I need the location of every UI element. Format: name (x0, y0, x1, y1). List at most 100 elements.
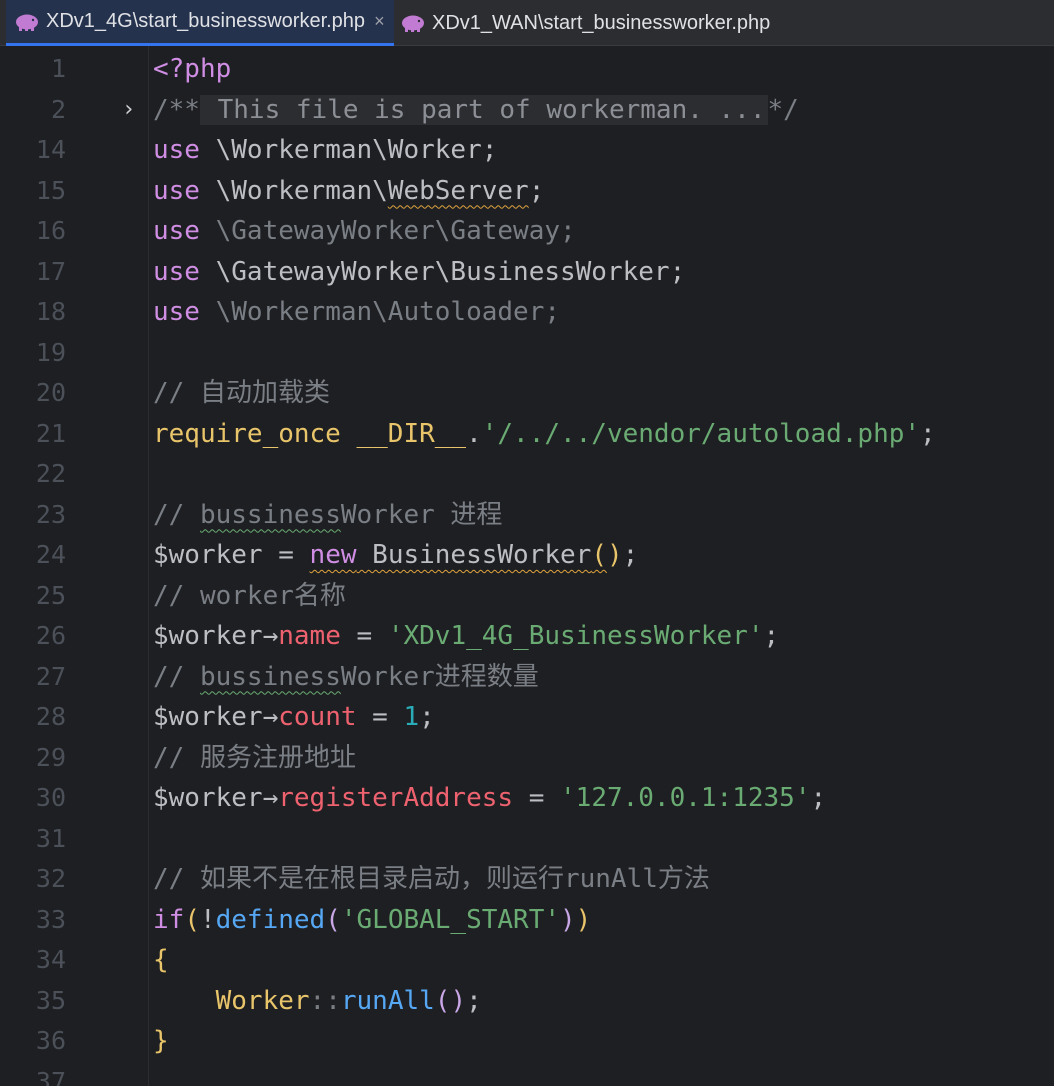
code-line[interactable]: 14 use \Workerman\Worker; (0, 130, 1054, 171)
line-number: 14 (35, 135, 66, 164)
code-token: bussiness (199, 661, 341, 692)
code-line[interactable]: 34 { (0, 940, 1054, 981)
tab-xdv1-wan[interactable]: XDv1_WAN\start_businessworker.php (398, 0, 798, 46)
line-number: 22 (35, 459, 66, 488)
code-token: ; (810, 783, 827, 813)
line-number: 17 (35, 256, 66, 286)
code-token: // (153, 661, 200, 692)
code-token: runAll (340, 985, 435, 1016)
tab-label: XDv1_WAN\start_businessworker.php (432, 11, 771, 34)
code-line[interactable]: 2 › /** This file is part of workerman. ..… (0, 90, 1054, 131)
code-token: \Workerman\Worker; (199, 135, 498, 165)
code-token: 'GLOBAL_START' (340, 904, 561, 935)
code-line[interactable]: 21 require_once __DIR__.'/../../vendor/au… (0, 414, 1054, 455)
code-line[interactable]: 16 use \GatewayWorker\Gateway; (0, 211, 1054, 252)
code-line[interactable]: 23 // bussinessWorker 进程 (0, 495, 1054, 536)
code-line[interactable]: 30 $worker→registerAddress = '127.0.0.1:1… (0, 778, 1054, 819)
code-line[interactable]: 27 // bussinessWorker进程数量 (0, 657, 1054, 698)
tab-xdv1-4g[interactable]: XDv1_4G\start_businessworker.php × (6, 0, 394, 46)
code-line[interactable]: 28 $worker→count = 1; (0, 697, 1054, 738)
code-token: ( (325, 904, 341, 935)
code-text: { (153, 940, 169, 981)
line-number: 19 (35, 337, 66, 367)
code-text: // 如果不是在根目录启动，则运行runAll方法 (153, 859, 710, 900)
code-token: BusinessWorker (356, 540, 592, 570)
code-line[interactable]: 36} (0, 1021, 1054, 1062)
code-token: → (262, 621, 279, 651)
code-token: WebServer (387, 175, 529, 206)
line-number: 32 (35, 864, 66, 893)
line-number: 37 (35, 1066, 66, 1086)
code-text: require_once __DIR__.'/../../vendor/auto… (153, 414, 936, 455)
code-line[interactable]: 26 $worker→name = 'XDv1_4G_BusinessWorker… (0, 616, 1054, 657)
code-token: $worker (153, 783, 263, 813)
code-token: \Workerman\Autoloader; (199, 297, 560, 327)
line-number: 28 (35, 702, 66, 731)
php-file-icon (400, 13, 426, 33)
line-number: 16 (35, 216, 66, 245)
code-token: ) (575, 904, 592, 935)
code-token: \GatewayWorker\BusinessWorker; (199, 256, 686, 287)
code-text: use \GatewayWorker\BusinessWorker; (153, 252, 685, 293)
line-number: 31 (35, 823, 66, 853)
close-icon[interactable]: × (374, 11, 385, 32)
line-number: 36 (35, 1026, 66, 1055)
code-line[interactable]: 1 <?php (0, 49, 1054, 90)
line-number: 25 (35, 580, 66, 610)
code-token: // 如果不是在根目录启动，则运行runAll方法 (153, 864, 710, 894)
code-token: ! (199, 904, 216, 935)
line-number: 1 (50, 54, 66, 83)
code-token: use (153, 297, 200, 327)
code-text: $worker→count = 1; (153, 697, 435, 738)
code-line[interactable]: 15 use \Workerman\WebServer; (0, 171, 1054, 212)
code-token: use (153, 135, 200, 165)
code-token: require_once (153, 418, 341, 449)
code-line[interactable]: 24 $worker = new BusinessWorker(); (0, 535, 1054, 576)
code-line[interactable]: 18 use \Workerman\Autoloader; (0, 292, 1054, 333)
code-token: use (153, 256, 200, 287)
code-line[interactable]: 31 (0, 819, 1054, 860)
code-text: $worker = new BusinessWorker(); (153, 535, 638, 576)
code-line[interactable]: 35 Worker::runAll(); (0, 981, 1054, 1022)
code-token: count (278, 702, 357, 732)
code-line[interactable]: 19 (0, 333, 1054, 374)
code-line[interactable]: 25 // worker名称 (0, 576, 1054, 617)
code-line[interactable]: 33 if(!defined('GLOBAL_START')) (0, 900, 1054, 941)
code-line[interactable]: 37 (0, 1062, 1054, 1086)
code-line[interactable]: 17 use \GatewayWorker\BusinessWorker; (0, 252, 1054, 293)
code-line[interactable]: 22 (0, 454, 1054, 495)
line-number: 21 (35, 418, 66, 448)
code-token: // 自动加载类 (153, 378, 330, 408)
code-token: \Workerman\ (199, 175, 388, 206)
code-token: → (262, 702, 279, 732)
code-token: ; (622, 540, 639, 570)
code-token: This file is part of workerman. ... (199, 94, 768, 125)
code-token: <?php (153, 54, 232, 84)
code-text: // bussinessWorker进程数量 (153, 657, 539, 698)
code-line[interactable]: 32 // 如果不是在根目录启动，则运行runAll方法 (0, 859, 1054, 900)
code-editor[interactable]: 1 <?php 2 › /** This file is part of workerm… (0, 46, 1054, 1086)
code-token: ) (450, 985, 467, 1016)
code-line[interactable]: 20 // 自动加载类 (0, 373, 1054, 414)
code-token: ( (591, 540, 607, 570)
code-text: use \Workerman\Worker; (153, 130, 497, 171)
fold-chevron-icon[interactable]: › (122, 90, 142, 131)
code-token: registerAddress (278, 783, 514, 813)
line-number: 30 (35, 783, 66, 812)
code-token: '127.0.0.1:1235' (560, 783, 811, 813)
code-token: Worker 进程 (340, 499, 503, 530)
code-text: if(!defined('GLOBAL_START')) (153, 900, 591, 941)
line-number: 20 (35, 378, 66, 407)
code-token: ( (184, 904, 200, 935)
code-token: = (513, 783, 561, 813)
code-token: { (153, 945, 169, 975)
code-token: ) (560, 904, 576, 935)
code-token: \GatewayWorker\Gateway; (199, 216, 576, 246)
code-token: ; (920, 418, 936, 449)
code-token: use (153, 175, 200, 206)
code-token: ; (419, 702, 435, 732)
code-token: // (153, 499, 200, 530)
code-line[interactable]: 29 // 服务注册地址 (0, 738, 1054, 779)
